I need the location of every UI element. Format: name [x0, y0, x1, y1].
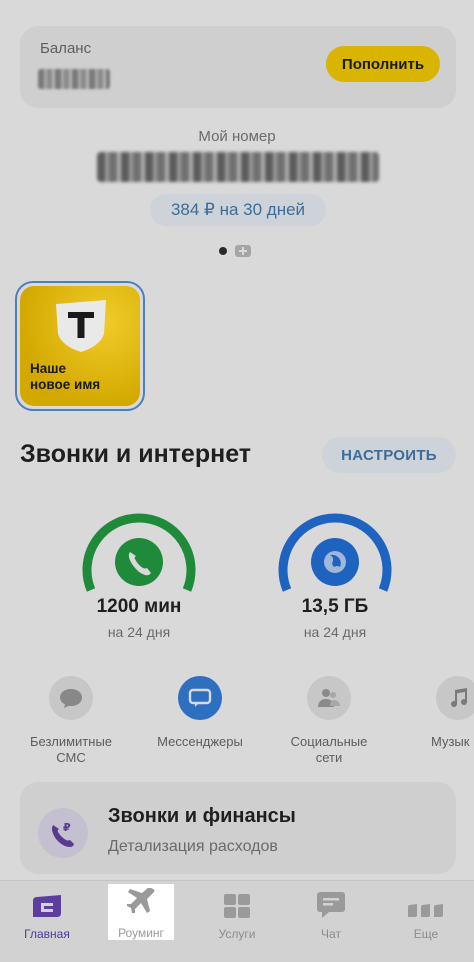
story-line-2: новое имя [30, 377, 101, 392]
option-social-label: Социальные сети [269, 734, 389, 766]
minutes-gauge[interactable]: 1200 мин на 24 дня [74, 500, 204, 640]
calls-internet-title: Звонки и интернет [20, 440, 252, 468]
music-icon-circle [436, 676, 474, 720]
minutes-gauge-arc [82, 513, 196, 592]
more-icon [408, 904, 443, 917]
option-social[interactable]: Социальные сети [269, 676, 389, 766]
svg-text:₽: ₽ [63, 821, 71, 834]
nav-more-label: Еще [413, 927, 439, 941]
music-note-icon [451, 688, 468, 708]
nav-chat[interactable]: Чат [299, 885, 363, 943]
internet-gauge[interactable]: 13,5 ГБ на 24 дня [270, 500, 400, 640]
nav-services-label: Услуги [218, 927, 256, 941]
nav-more[interactable]: Еще [394, 885, 458, 943]
story-tile-text: Наше новое имя [30, 361, 140, 393]
home-icon [33, 895, 61, 917]
nav-chat-label: Чат [321, 927, 341, 941]
nav-services[interactable]: Услуги [205, 885, 269, 943]
nav-roaming-label: Роуминг [118, 926, 164, 940]
option-music[interactable]: Музык [398, 676, 474, 750]
pager-dot-active [219, 247, 227, 255]
sms-bubble-icon [60, 689, 82, 708]
bottom-navigation: Главная Услуги Чат Еще [0, 880, 474, 962]
nav-home[interactable]: Главная [15, 885, 79, 943]
messenger-icon [188, 688, 212, 707]
finance-subtitle: Детализация расходов [108, 838, 278, 855]
chat-icon [317, 892, 345, 918]
globe-icon [324, 551, 346, 573]
topup-button[interactable]: Пополнить [326, 46, 440, 82]
option-social-line-1: Социальные [290, 734, 368, 749]
tariff-pill[interactable]: 384 ₽ на 30 дней [150, 194, 326, 226]
option-messengers-line-1: Мессенджеры [157, 734, 243, 749]
card-pager [219, 245, 251, 257]
story-tile-image: Наше новое имя [20, 286, 140, 406]
ruble-phone-icon-circle: ₽ [38, 808, 88, 858]
messenger-icon-circle [178, 676, 222, 720]
option-unlimited-sms-label: Безлимитные СМС [11, 734, 131, 766]
story-tile-new-name[interactable]: Наше новое имя [15, 281, 145, 411]
nav-roaming[interactable]: Роуминг [108, 884, 174, 940]
configure-button[interactable]: НАСТРОИТЬ [322, 437, 456, 473]
ruble-phone-icon: ₽ [52, 821, 74, 847]
balance-value-redacted [38, 69, 110, 89]
balance-card[interactable]: Баланс Пополнить [20, 26, 456, 108]
pager-add-icon[interactable] [235, 245, 251, 257]
option-sms-line-2: СМС [56, 750, 86, 765]
airplane-icon [127, 888, 155, 913]
option-social-line-2: сети [315, 750, 343, 765]
my-number-label: Мой номер [198, 128, 276, 145]
calls-finance-card[interactable]: ₽ Звонки и финансы Детализация расходов [20, 782, 456, 874]
story-line-1: Наше [30, 361, 67, 376]
option-music-label: Музык [398, 734, 474, 750]
minutes-value: 1200 мин [96, 596, 182, 617]
phone-number-redacted [97, 152, 379, 182]
finance-title: Звонки и финансы [108, 805, 296, 827]
grid-icon [224, 894, 250, 918]
internet-gauge-arc [278, 513, 392, 592]
nav-home-label: Главная [24, 927, 70, 941]
people-icon [318, 689, 340, 707]
option-messengers-label: Мессенджеры [140, 734, 260, 750]
sms-icon-circle [49, 676, 93, 720]
internet-value: 13,5 ГБ [301, 596, 369, 617]
option-music-line-1: Музык [431, 734, 470, 749]
option-messengers[interactable]: Мессенджеры [140, 676, 260, 750]
t-logo-icon [56, 300, 106, 352]
minutes-period: на 24 дня [107, 624, 171, 640]
balance-label: Баланс [40, 40, 92, 57]
option-unlimited-sms[interactable]: Безлимитные СМС [11, 676, 131, 766]
home-screen: Баланс Пополнить Мой номер 384 ₽ на 30 д… [0, 0, 474, 962]
internet-period: на 24 дня [303, 624, 367, 640]
option-sms-line-1: Безлимитные [29, 734, 113, 749]
social-icon-circle [307, 676, 351, 720]
